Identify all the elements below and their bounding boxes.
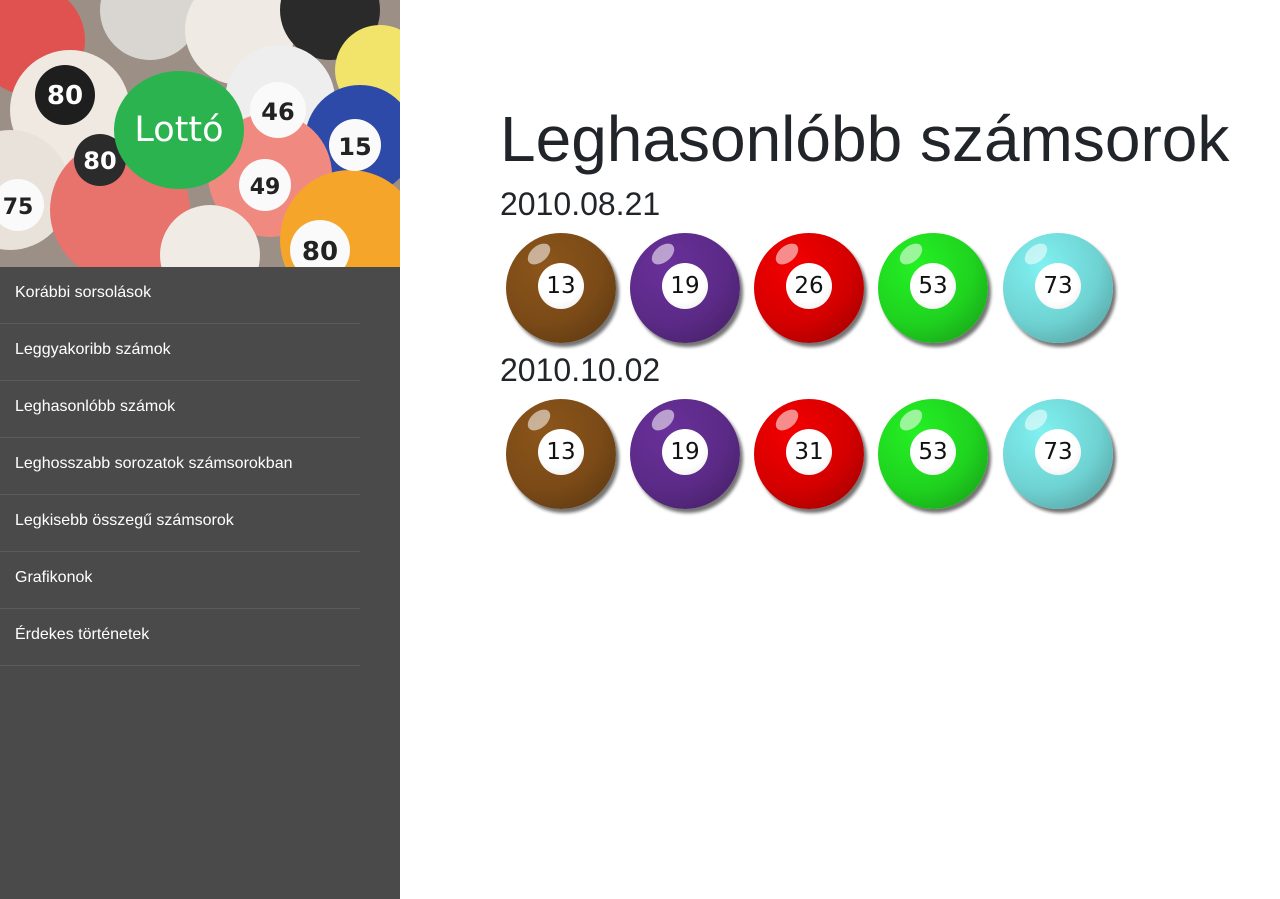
sidebar-item-previous-draws[interactable]: Korábbi sorsolások	[0, 267, 360, 324]
lottery-ball: 53	[878, 399, 988, 509]
lottery-ball: 13	[506, 399, 616, 509]
svg-text:80: 80	[47, 81, 83, 111]
draw-date: 2010.08.21	[500, 186, 661, 222]
sidebar-nav: Korábbi sorsolások Leggyakoribb számok L…	[0, 267, 360, 666]
svg-text:80: 80	[83, 147, 116, 175]
lottery-ball: 19	[630, 399, 740, 509]
lottery-ball: 73	[1003, 233, 1113, 343]
ball-number: 13	[538, 429, 584, 475]
ball-number: 53	[910, 429, 956, 475]
ball-number: 26	[786, 263, 832, 309]
draw-2: 2010.10.02 13 19 31 53 73	[500, 351, 1113, 511]
ball-number: 31	[786, 429, 832, 475]
sidebar-item-longest-sequences[interactable]: Leghosszabb sorozatok számsorokban	[0, 438, 360, 495]
header-image: 80 46 15 80 75 80 49 Lottó	[0, 0, 400, 267]
ball-number: 73	[1035, 263, 1081, 309]
lottery-ball: 31	[754, 399, 864, 509]
ball-number: 19	[662, 429, 708, 475]
sidebar-item-most-similar-numbers[interactable]: Leghasonlóbb számok	[0, 381, 360, 438]
sidebar: 80 46 15 80 75 80 49 Lottó Korábbi sorso…	[0, 0, 400, 899]
sidebar-item-most-frequent-numbers[interactable]: Leggyakoribb számok	[0, 324, 360, 381]
svg-text:80: 80	[302, 237, 338, 267]
draw-1: 2010.08.21 13 19 26 53 73	[500, 185, 1113, 345]
sidebar-item-interesting-stories[interactable]: Érdekes történetek	[0, 609, 360, 666]
ball-row: 13 19 26 53 73	[500, 233, 1113, 345]
lottery-ball: 26	[754, 233, 864, 343]
ball-number: 13	[538, 263, 584, 309]
ball-number: 73	[1035, 429, 1081, 475]
draw-date: 2010.10.02	[500, 352, 661, 388]
lottery-ball: 53	[878, 233, 988, 343]
svg-text:15: 15	[338, 133, 371, 161]
svg-text:75: 75	[3, 195, 34, 220]
logo[interactable]: Lottó	[114, 71, 244, 189]
svg-text:49: 49	[250, 175, 281, 200]
page-title: Leghasonlóbb számsorok	[500, 103, 1230, 175]
lottery-ball: 73	[1003, 399, 1113, 509]
svg-text:46: 46	[261, 98, 294, 126]
ball-number: 53	[910, 263, 956, 309]
ball-number: 19	[662, 263, 708, 309]
sidebar-item-charts[interactable]: Grafikonok	[0, 552, 360, 609]
lottery-ball: 19	[630, 233, 740, 343]
lottery-ball: 13	[506, 233, 616, 343]
sidebar-item-smallest-sum[interactable]: Legkisebb összegű számsorok	[0, 495, 360, 552]
ball-row: 13 19 31 53 73	[500, 399, 1113, 511]
